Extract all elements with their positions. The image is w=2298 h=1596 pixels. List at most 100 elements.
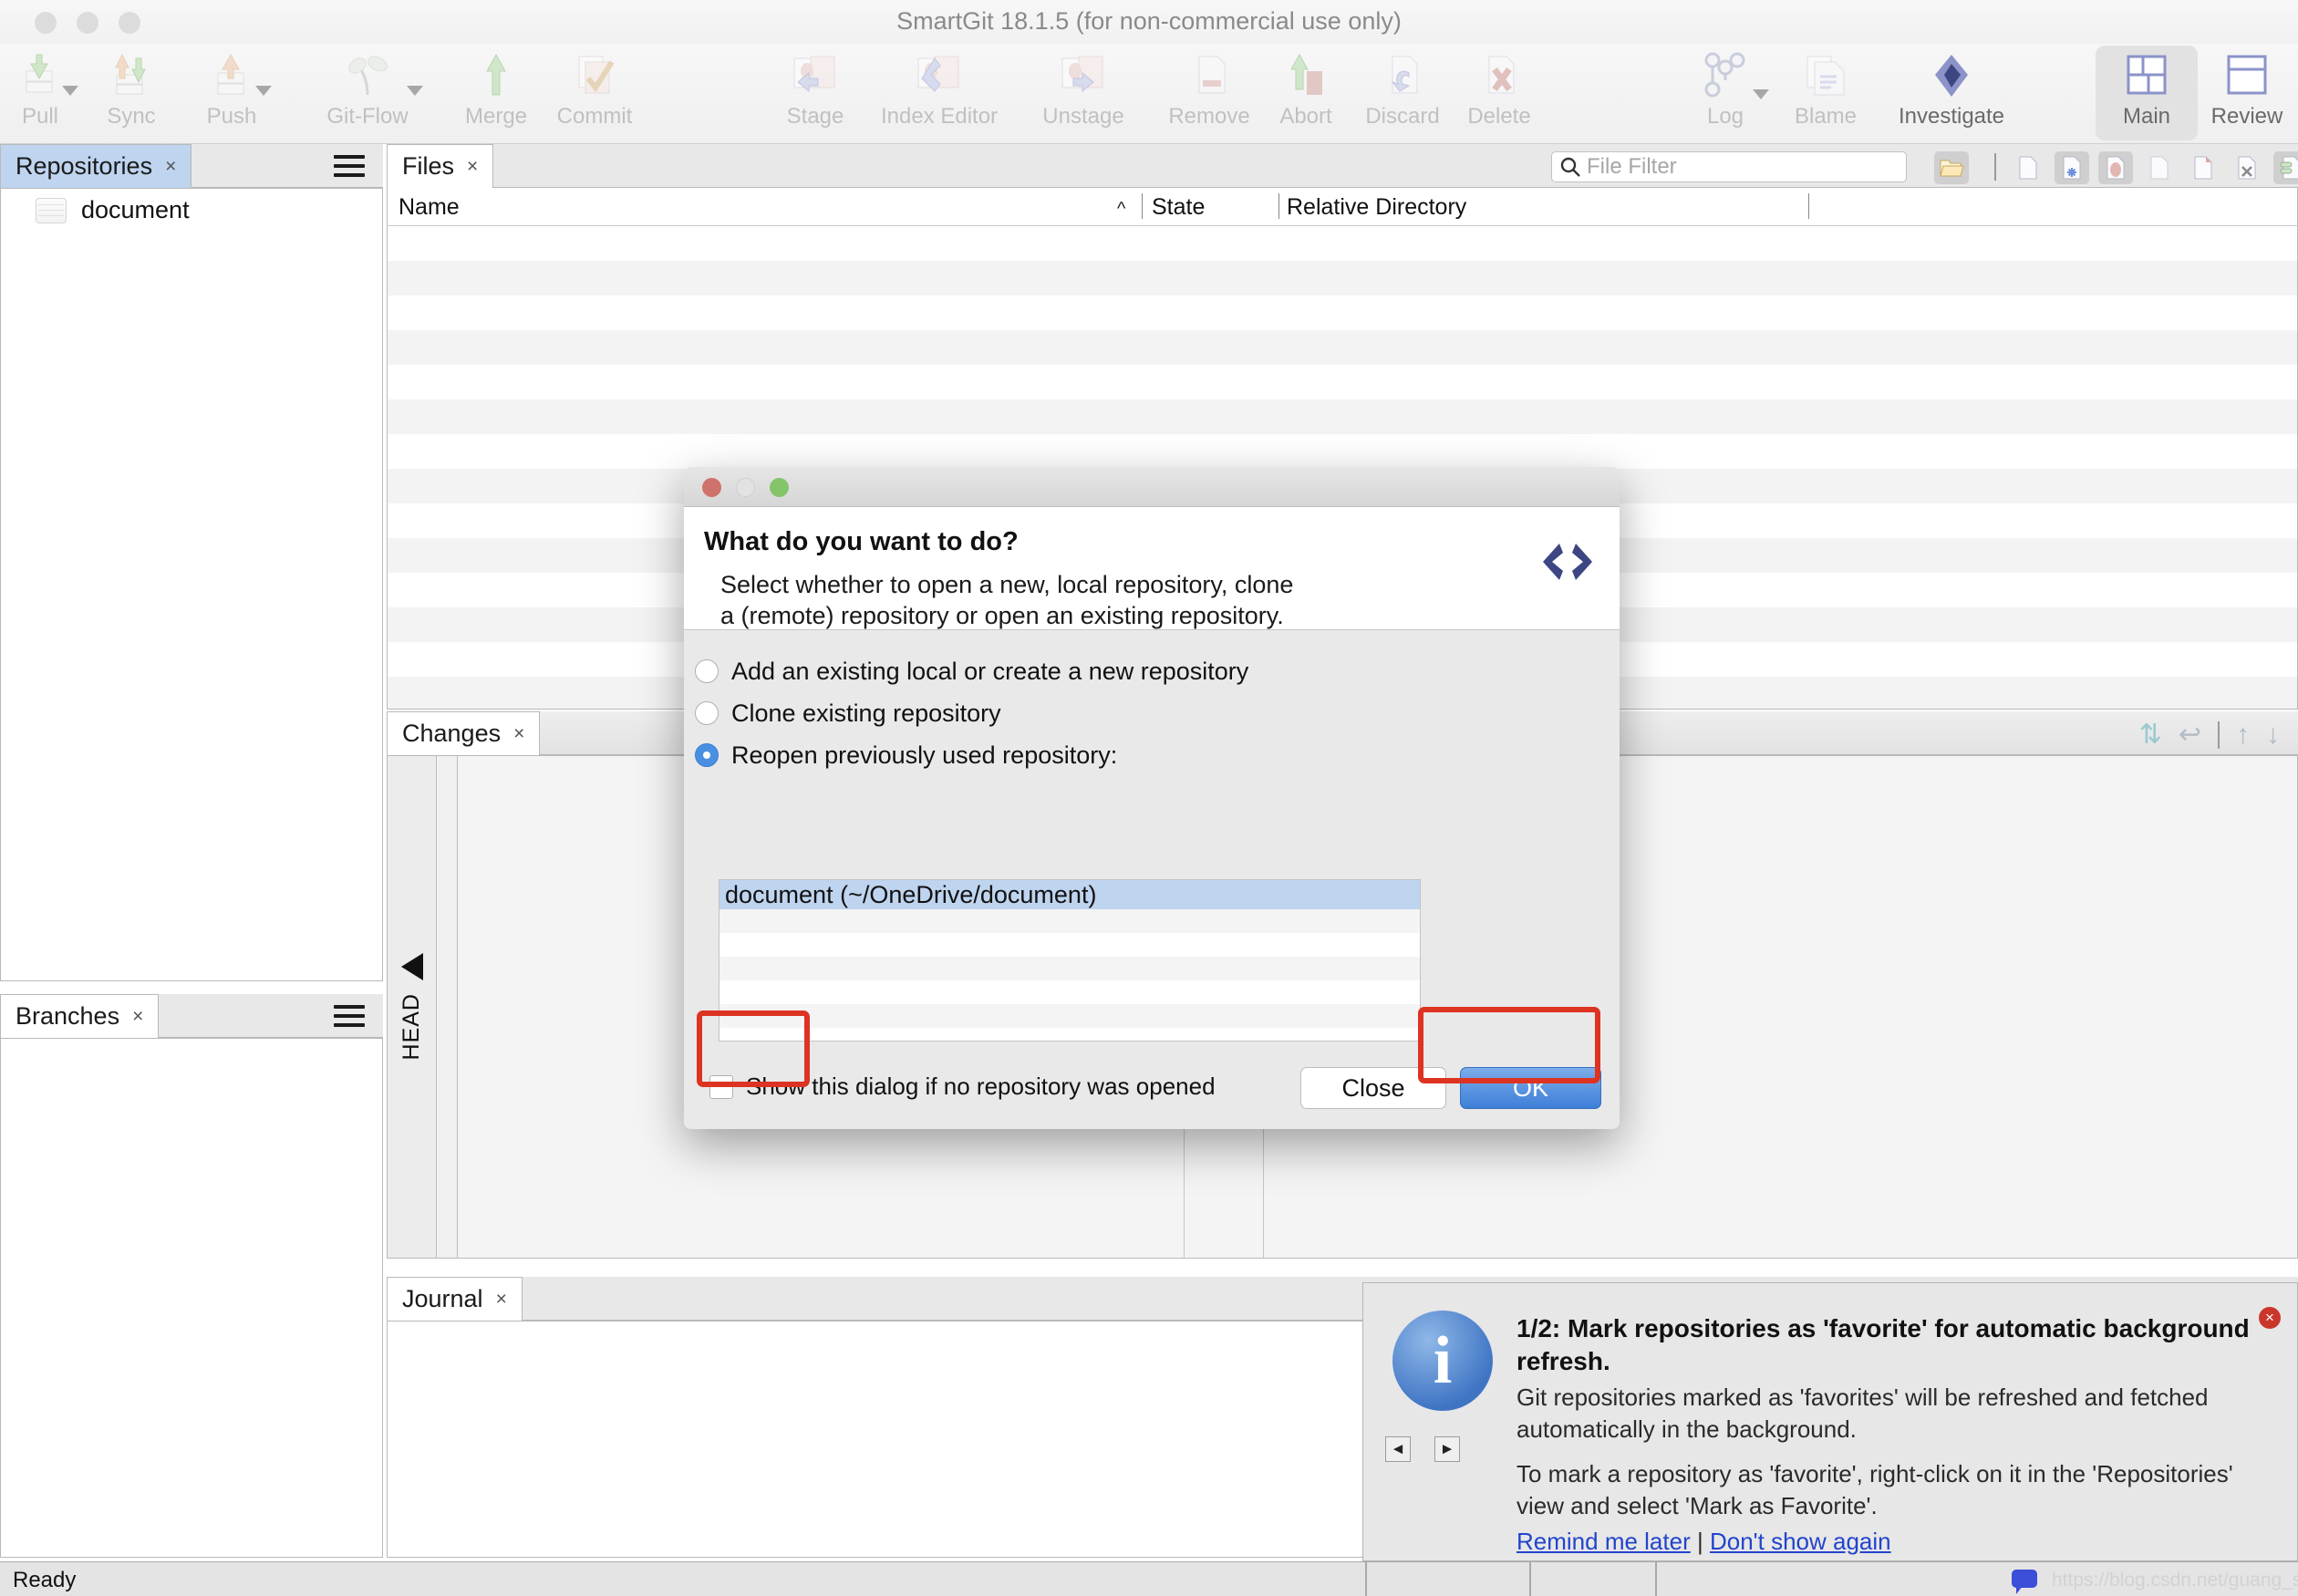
- toolbar-button-layout-main[interactable]: Main: [2097, 49, 2196, 139]
- chevron-down-icon[interactable]: [407, 86, 423, 96]
- radio-icon[interactable]: [695, 659, 719, 683]
- open-folder-icon[interactable]: [1934, 151, 1969, 184]
- smartgit-window: SmartGit 18.1.5 (for non-commercial use …: [0, 0, 2298, 1596]
- radio-option-reopen[interactable]: Reopen previously used repository:: [695, 734, 1620, 776]
- dialog-minimize-button[interactable]: [736, 478, 755, 497]
- toolbar-button-index-editor[interactable]: Index Editor: [853, 49, 1026, 139]
- toolbar-button-pull[interactable]: Pull: [0, 49, 89, 139]
- list-item-selected[interactable]: document (~/OneDrive/document): [719, 880, 1420, 909]
- radio-option-clone[interactable]: Clone existing repository: [695, 692, 1620, 734]
- toolbar-button-stage[interactable]: Stage: [766, 49, 864, 139]
- toolbar-button-blame[interactable]: Blame: [1776, 49, 1875, 139]
- radio-icon-selected[interactable]: [695, 743, 719, 767]
- unchanged-file-icon[interactable]: [2142, 151, 2177, 184]
- file-filter-input[interactable]: File Filter: [1551, 151, 1907, 182]
- next-change-icon[interactable]: ↓: [2266, 720, 2280, 751]
- swap-sides-icon[interactable]: ⇅: [2139, 719, 2162, 751]
- close-icon[interactable]: ×: [165, 156, 176, 178]
- checkbox-icon[interactable]: [709, 1074, 733, 1099]
- toolbar-label-review: Review: [2210, 104, 2283, 129]
- recent-repository-list[interactable]: document (~/OneDrive/document): [719, 879, 1421, 1042]
- collapse-arrow-icon[interactable]: [400, 953, 423, 981]
- dialog-maximize-button[interactable]: [770, 478, 789, 497]
- dialog-titlebar: [684, 467, 1620, 507]
- tab-journal[interactable]: Journal ×: [387, 1277, 523, 1321]
- open-repository-dialog[interactable]: What do you want to do? Select whether t…: [684, 467, 1620, 1129]
- hamburger-icon[interactable]: [334, 1005, 365, 1027]
- missing-file-icon[interactable]: [2230, 151, 2264, 184]
- remind-me-later-link[interactable]: Remind me later: [1516, 1528, 1691, 1555]
- column-divider[interactable]: [1142, 193, 1143, 219]
- toolbar-label-index-editor: Index Editor: [880, 104, 999, 129]
- close-icon[interactable]: ×: [2259, 1307, 2281, 1329]
- show-dialog-checkbox[interactable]: Show this dialog if no repository was op…: [709, 1073, 1216, 1101]
- git-flow-icon: [341, 49, 394, 102]
- column-header-relative-directory[interactable]: Relative Directory: [1287, 194, 1466, 221]
- ok-button[interactable]: OK: [1460, 1067, 1601, 1109]
- repositories-tabbar: Repositories ×: [0, 144, 383, 188]
- radio-label-clone: Clone existing repository: [731, 699, 1001, 727]
- toolbar-label-merge: Merge: [464, 104, 528, 129]
- chevron-down-icon[interactable]: [1753, 89, 1769, 99]
- window-title: SmartGit 18.1.5 (for non-commercial use …: [896, 7, 1402, 35]
- repositories-panel[interactable]: document: [0, 188, 383, 981]
- tab-branches[interactable]: Branches ×: [0, 994, 160, 1038]
- tab-repositories-label: Repositories: [16, 152, 153, 180]
- toolbar-label-stage: Stage: [786, 104, 844, 129]
- files-column-header[interactable]: Name ^ State Relative Directory: [387, 188, 2298, 226]
- close-icon[interactable]: ×: [513, 723, 524, 745]
- toolbar-button-delete[interactable]: Delete: [1450, 49, 1548, 139]
- status-text: Ready: [13, 1568, 77, 1592]
- close-button[interactable]: Close: [1300, 1067, 1446, 1109]
- radio-icon[interactable]: [695, 701, 719, 725]
- chevron-down-icon[interactable]: [255, 86, 272, 96]
- remove-icon: [1186, 49, 1232, 102]
- next-tip-button[interactable]: ►: [1434, 1436, 1460, 1462]
- toolbar-button-git-flow[interactable]: Git-Flow: [299, 49, 436, 139]
- toolbar-button-commit[interactable]: Commit: [545, 49, 644, 139]
- new-file-icon[interactable]: [2011, 151, 2045, 184]
- toolbar-button-unstage[interactable]: Unstage: [1015, 49, 1152, 139]
- close-icon[interactable]: ×: [496, 1289, 507, 1311]
- toolbar-button-remove[interactable]: Remove: [1160, 49, 1258, 139]
- added-file-icon[interactable]: [2186, 151, 2220, 184]
- new-untracked-file-icon[interactable]: [2055, 151, 2089, 184]
- push-icon: [209, 49, 254, 102]
- toolbar-button-discard[interactable]: Discard: [1353, 49, 1452, 139]
- toolbar-button-merge[interactable]: Merge: [447, 49, 545, 139]
- modified-file-icon[interactable]: [2098, 151, 2133, 184]
- previous-change-icon[interactable]: ↑: [2236, 720, 2250, 751]
- toolbar-button-abort[interactable]: Abort: [1257, 49, 1355, 139]
- column-divider[interactable]: [1278, 193, 1279, 219]
- previous-tip-button[interactable]: ◄: [1385, 1436, 1411, 1462]
- tab-changes[interactable]: Changes ×: [387, 711, 541, 755]
- toolbar-label-discard: Discard: [1365, 104, 1440, 129]
- staged-file-icon[interactable]: [2273, 151, 2298, 184]
- toolbar-button-sync[interactable]: Sync: [82, 49, 181, 139]
- list-item[interactable]: document: [1, 189, 382, 232]
- discard-icon: [1380, 49, 1425, 102]
- toolbar-button-investigate[interactable]: Investigate: [1865, 49, 2038, 139]
- chevron-down-icon[interactable]: [62, 86, 78, 96]
- toolbar-button-push[interactable]: Push: [182, 49, 281, 139]
- toolbar-label-unstage: Unstage: [1042, 104, 1124, 129]
- dialog-window-controls[interactable]: [702, 478, 789, 497]
- dialog-close-button[interactable]: [702, 478, 721, 497]
- speech-bubble-icon[interactable]: [2012, 1570, 2037, 1594]
- status-divider: [1365, 1562, 1367, 1596]
- toolbar-button-layout-review[interactable]: Review: [2198, 49, 2296, 139]
- dont-show-again-link[interactable]: Don't show again: [1710, 1528, 1891, 1555]
- toolbar-button-log[interactable]: Log: [1676, 49, 1775, 139]
- search-icon: [1560, 157, 1580, 177]
- column-header-name[interactable]: Name: [399, 194, 460, 221]
- column-header-state[interactable]: State: [1152, 194, 1205, 221]
- hamburger-icon[interactable]: [334, 155, 365, 177]
- blame-icon: [1802, 49, 1849, 102]
- tab-repositories[interactable]: Repositories ×: [0, 144, 192, 188]
- close-icon[interactable]: ×: [132, 1006, 143, 1028]
- column-divider[interactable]: [1808, 193, 1809, 219]
- status-divider: [1529, 1562, 1531, 1596]
- return-icon[interactable]: ↩: [2179, 719, 2201, 751]
- branches-panel[interactable]: [0, 1038, 383, 1558]
- radio-option-add-existing[interactable]: Add an existing local or create a new re…: [695, 650, 1620, 692]
